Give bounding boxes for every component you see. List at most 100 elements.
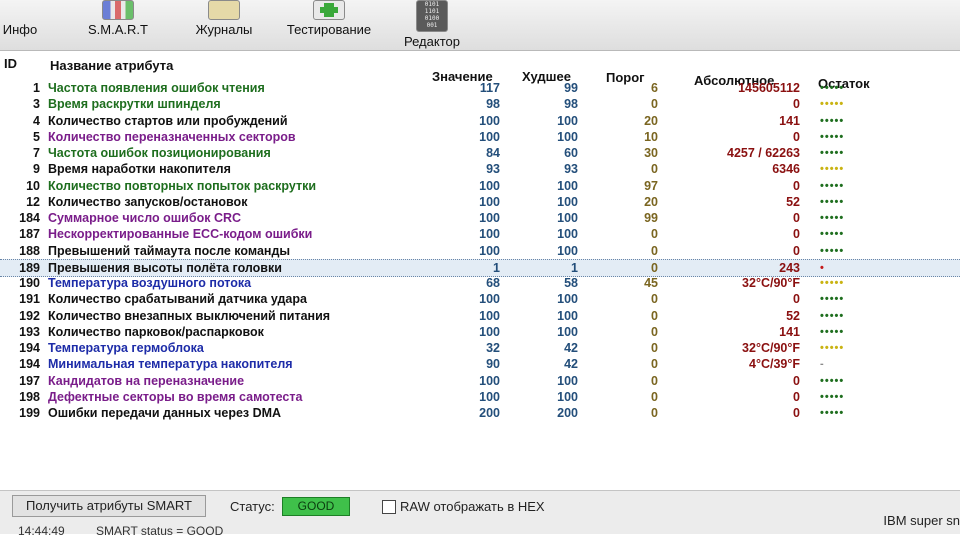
cell-threshold: 0 <box>651 162 658 177</box>
raw-hex-checkbox[interactable] <box>382 500 396 514</box>
cell-id: 188 <box>19 243 40 258</box>
cell-worst: 100 <box>557 324 578 339</box>
table-row[interactable]: 194 Минимальная температура накопителя 90 4… <box>0 356 960 372</box>
cell-remaining: ••••• <box>820 407 845 419</box>
cell-remaining: ••••• <box>820 374 845 387</box>
cell-value: 32 <box>486 341 500 355</box>
cell-raw: 0 <box>793 227 800 242</box>
get-smart-attributes-button[interactable]: Получить атрибуты SMART <box>12 495 206 517</box>
cell-id: 193 <box>19 324 40 339</box>
smart-chart-icon <box>102 0 134 20</box>
table-row[interactable]: 198 Дефектные секторы во время самотеста 1… <box>0 389 960 405</box>
cell-threshold: 0 <box>651 389 658 404</box>
cell-worst: 100 <box>557 194 578 209</box>
cell-threshold: 20 <box>644 194 658 209</box>
cell-threshold: 0 <box>651 357 658 372</box>
cell-id: 9 <box>33 162 40 177</box>
cell-value: 1 <box>493 260 500 275</box>
table-row[interactable]: 184 Суммарное число ошибок CRC 100 100 99 0 ••… <box>0 210 960 226</box>
table-row[interactable]: 197 Кандидатов на переназначение 100 100 0 0 •… <box>0 373 960 389</box>
table-row[interactable]: 1 Частота появления ошибок чтения 117 99 6 14… <box>0 80 960 96</box>
cell-remaining: ••••• <box>820 147 845 159</box>
tab-editor[interactable]: 0101 1101 0100 001 Редактор <box>396 0 468 50</box>
table-row[interactable]: 12 Количество запусков/остановок 100 100 20 5… <box>0 194 960 210</box>
cell-remaining: ••••• <box>820 293 845 306</box>
test-plus-icon <box>313 0 345 20</box>
cell-id: 194 <box>19 357 40 372</box>
tab-editor-label: Редактор <box>404 34 460 49</box>
table-row[interactable]: 3 Время раскрутки шпинделя 98 98 0 0 ••••• <box>0 96 960 112</box>
table-row[interactable]: 9 Время наработки накопителя 93 93 0 6346 ••••… <box>0 161 960 177</box>
cell-remaining: • <box>820 261 825 274</box>
table-row[interactable]: 4 Количество стартов или пробуждений 100 10… <box>0 113 960 129</box>
cell-value: 100 <box>479 308 500 323</box>
cell-raw: 0 <box>793 243 800 258</box>
table-row[interactable]: 10 Количество повторных попыток раскрутки… <box>0 178 960 194</box>
cell-threshold: 20 <box>644 113 658 128</box>
cell-raw: 52 <box>786 194 800 209</box>
table-row[interactable]: 190 Температура воздушного потока 68 58 45 32… <box>0 275 960 291</box>
cell-name: Количество запусков/остановок <box>48 194 248 209</box>
toolbar: Инфо S.M.A.R.T Журналы Тестирование 0101… <box>0 0 960 51</box>
cell-threshold: 0 <box>651 227 658 242</box>
table-row[interactable]: 7 Частота ошибок позиционирования 84 60 30 42… <box>0 145 960 161</box>
cell-raw: 32°C/90°F <box>742 276 800 290</box>
tab-journals-label: Журналы <box>195 22 253 37</box>
cell-raw: 4°C/39°F <box>749 357 800 372</box>
cell-raw: 0 <box>793 97 800 112</box>
tab-testing[interactable]: Тестирование <box>276 0 382 50</box>
cell-remaining: ••••• <box>820 130 845 143</box>
cell-id: 191 <box>19 292 40 307</box>
cell-name: Время раскрутки шпинделя <box>48 97 221 112</box>
cell-remaining: ••••• <box>820 212 845 224</box>
cell-name: Температура воздушного потока <box>48 276 252 290</box>
cell-worst: 58 <box>564 276 578 290</box>
cell-threshold: 0 <box>651 243 658 258</box>
cell-value: 100 <box>479 227 500 242</box>
cell-name: Время наработки накопителя <box>48 162 231 177</box>
table-row[interactable]: 191 Количество срабатываний датчика удара… <box>0 291 960 307</box>
cell-threshold: 0 <box>651 406 658 420</box>
cell-value: 100 <box>479 178 500 193</box>
table-row[interactable]: 194 Температура гермоблока 32 42 0 32°C/90°F •… <box>0 340 960 356</box>
cell-remaining: ••••• <box>820 114 845 127</box>
table-row[interactable]: 187 Нескорректированные ECC-кодом ошибки 1… <box>0 226 960 242</box>
cell-worst: 100 <box>557 211 578 225</box>
cell-raw: 243 <box>779 260 800 275</box>
cell-worst: 100 <box>557 292 578 307</box>
cell-value: 100 <box>479 389 500 404</box>
cell-worst: 200 <box>557 406 578 420</box>
cell-remaining: ••••• <box>820 228 845 241</box>
cell-id: 197 <box>19 373 40 388</box>
cell-remaining: ••••• <box>820 325 845 338</box>
cell-id: 189 <box>19 260 40 275</box>
cell-name: Нескорректированные ECC-кодом ошибки <box>48 227 313 242</box>
table-row[interactable]: 193 Количество парковок/распарковок 100 100… <box>0 324 960 340</box>
tab-journals[interactable]: Журналы <box>186 0 262 50</box>
cell-raw: 0 <box>793 211 800 225</box>
cell-threshold: 6 <box>651 81 658 95</box>
header-name[interactable]: Название атрибута <box>50 58 173 73</box>
cell-worst: 100 <box>557 178 578 193</box>
table-row[interactable]: 188 Превышений таймаута после команды 100 1… <box>0 243 960 259</box>
cell-worst: 98 <box>564 97 578 112</box>
header-id[interactable]: ID <box>4 56 17 71</box>
cell-value: 98 <box>486 97 500 112</box>
raw-hex-label[interactable]: RAW отображать в HEX <box>400 499 545 514</box>
cell-threshold: 0 <box>651 97 658 112</box>
tab-smart[interactable]: S.M.A.R.T <box>76 0 160 50</box>
table-row[interactable]: 5 Количество переназначенных секторов 100 1… <box>0 129 960 145</box>
cell-id: 3 <box>33 97 40 112</box>
cell-name: Ошибки передачи данных через DMA <box>48 406 282 420</box>
tab-info[interactable]: Инфо <box>0 0 40 50</box>
table-row[interactable]: 199 Ошибки передачи данных через DMA 200 20… <box>0 405 960 421</box>
cell-name: Суммарное число ошибок CRC <box>48 211 242 225</box>
cell-remaining: ••••• <box>820 309 845 322</box>
cell-raw: 0 <box>793 292 800 307</box>
cell-id: 10 <box>26 178 40 193</box>
table-row[interactable]: 192 Количество внезапных выключений питан… <box>0 308 960 324</box>
cell-raw: 0 <box>793 178 800 193</box>
cell-value: 100 <box>479 113 500 128</box>
cell-remaining: ••••• <box>820 342 845 354</box>
cell-id: 12 <box>26 194 40 209</box>
